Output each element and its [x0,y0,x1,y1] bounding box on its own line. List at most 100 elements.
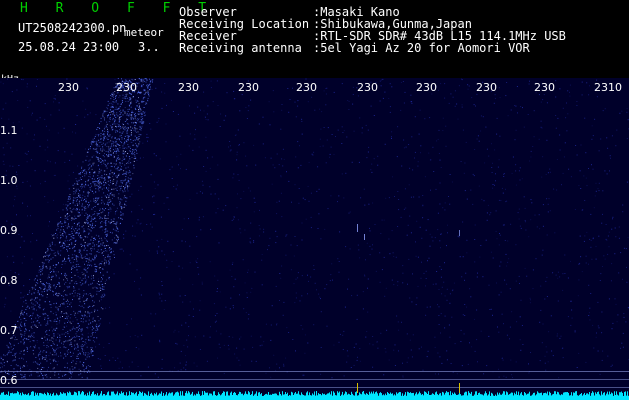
baseline-bar [174,394,175,400]
streak-dot [80,329,82,331]
streak-dot [101,196,103,198]
noise-dot [343,375,345,377]
streak-dot [40,288,42,290]
noise-dot [180,350,182,352]
noise-dot [293,255,295,257]
streak-dot [113,112,115,114]
noise-dot [333,344,335,346]
streak-dot [91,165,92,167]
streak-dot [112,123,114,125]
baseline-bar [45,394,46,400]
streak-dot [113,178,115,180]
streak-dot [56,364,58,366]
noise-dot [220,113,222,115]
noise-dot [87,114,89,116]
noise-dot [21,262,23,264]
streak-dot [81,333,83,335]
baseline-bar [311,395,312,400]
streak-dot [138,133,140,135]
streak-dot [37,290,39,292]
streak-dot [120,180,122,181]
noise-dot [608,298,610,300]
baseline-bar [291,391,292,400]
streak-dot [92,326,93,328]
streak-dot [85,258,87,259]
noise-dot [346,350,348,352]
noise-dot [53,174,55,176]
noise-dot [72,337,74,338]
streak-dot [103,134,105,136]
noise-dot [501,187,503,189]
streak-dot [93,245,95,247]
streak-dot [119,169,121,171]
streak-dot [98,235,100,237]
streak-dot [83,369,85,371]
noise-dot [541,127,543,129]
noise-dot [26,180,28,182]
streak-dot [37,279,38,281]
streak-dot [42,267,44,269]
noise-dot [434,237,436,239]
baseline-bar [4,394,5,400]
streak-dot [113,242,115,244]
noise-dot [44,196,46,198]
baseline-bar [289,395,290,400]
baseline-bar [411,393,412,400]
baseline-bar [464,392,465,400]
streak-dot [114,257,115,258]
baseline-bar [0,394,1,400]
streak-dot [106,245,108,247]
noise-dot [245,312,247,314]
baseline-bar [160,393,161,400]
streak-dot [103,296,105,298]
baseline-bar [354,395,355,400]
noise-dot [161,293,163,295]
noise-dot [491,167,493,168]
streak-dot [105,235,107,237]
noise-dot [84,148,86,150]
noise-dot [458,85,460,87]
streak-dot [74,344,75,346]
noise-dot [348,212,350,214]
streak-dot [116,143,118,145]
streak-dot [143,121,145,123]
streak-dot [20,321,22,323]
streak-dot [110,95,112,96]
streak-dot [74,292,76,294]
noise-dot [542,323,544,325]
baseline-bar [312,393,313,400]
baseline-bar [24,394,25,400]
baseline-bar [308,395,309,400]
streak-dot [79,282,81,283]
streak-dot [98,240,100,242]
noise-dot [404,188,406,190]
baseline-bar [515,394,516,400]
streak-dot [32,288,33,290]
noise-dot [29,100,31,102]
noise-dot [239,110,241,112]
streak-dot [108,194,110,196]
streak-dot [39,307,41,309]
noise-dot [181,324,183,326]
noise-dot [490,212,492,214]
streak-dot [113,196,115,197]
noise-dot [352,94,354,95]
streak-dot [141,122,143,124]
noise-dot [47,201,49,203]
noise-dot [585,152,587,154]
noise-dot [200,109,201,111]
streak-dot [71,226,73,228]
streak-dot [59,336,61,338]
noise-dot [319,108,321,110]
baseline-bar [183,395,184,400]
streak-dot [111,105,113,107]
noise-dot [595,336,597,338]
noise-dot [87,294,89,296]
streak-dot [139,111,141,113]
noise-dot [314,282,316,284]
streak-dot [32,349,34,351]
streak-dot [91,218,93,220]
streak-dot [55,275,57,277]
streak-dot [69,293,71,295]
noise-dot [233,286,235,288]
